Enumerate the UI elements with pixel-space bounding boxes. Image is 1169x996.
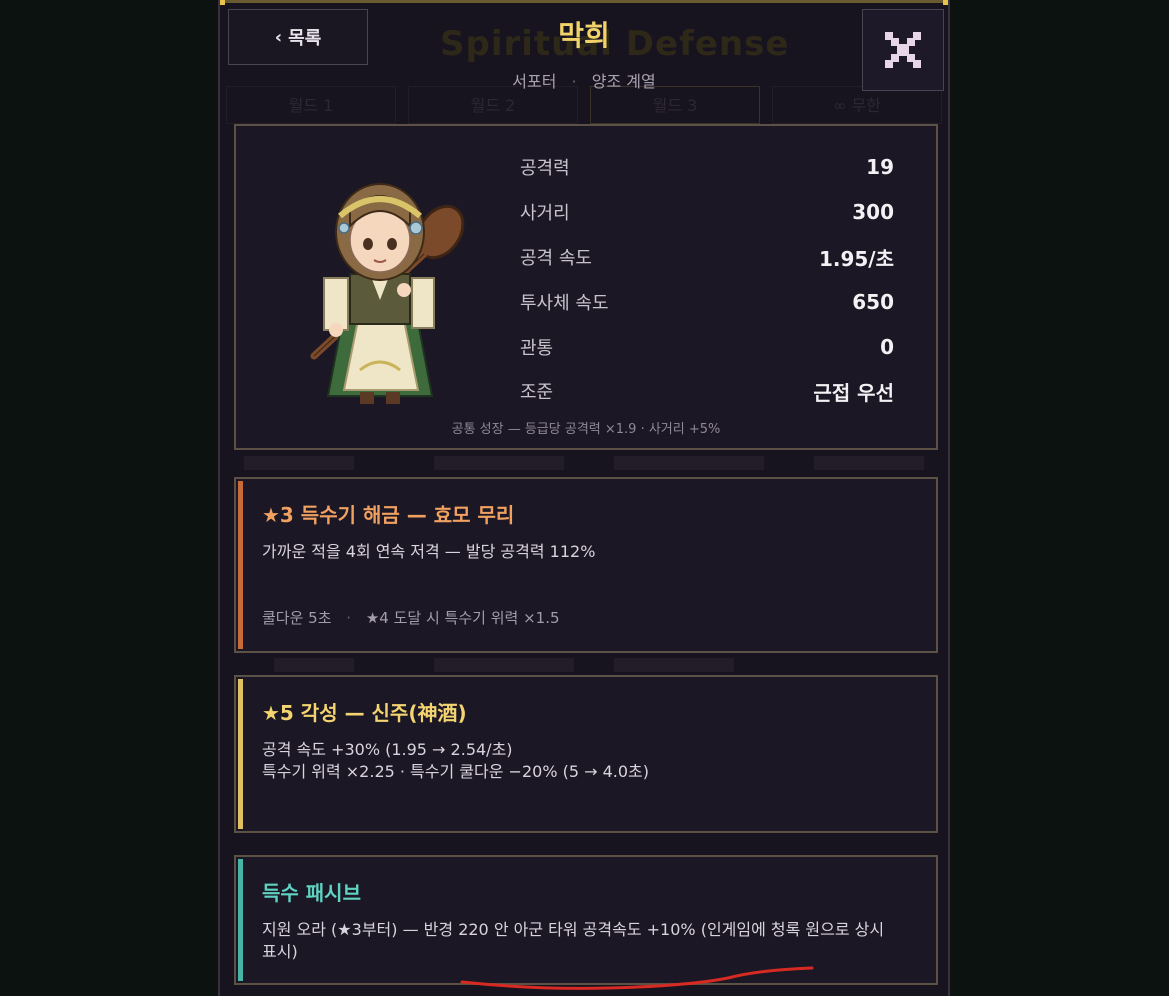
background-block [434,658,574,672]
background-left [0,0,218,996]
skill-title: 득수 패시브 [262,881,361,905]
stat-value: 0 [880,335,894,359]
skill-description: 공격 속도 +30% (1.95 → 2.54/초) 특수기 위력 ×2.25 … [262,739,902,783]
skill-title: ★3 득수기 해금 — 효모 무리 [262,503,515,527]
stat-row-projectile-speed: 투사체 속도 650 [520,287,894,317]
growth-note: 공통 성장 — 등급당 공격력 ×1.9 · 사거리 +5% [451,422,721,437]
stat-row-attack: 공격력 19 [520,152,894,182]
panel-top-border [220,0,948,3]
background-block [244,456,354,470]
skill-cooldown: 쿨다운 5초 [262,609,332,627]
stat-value: 1.95/초 [818,246,894,271]
red-underline-annotation [460,966,814,990]
skill-description-line: 특수기 위력 ×2.25 · 특수기 쿨다운 −20% (5 → 4.0초) [262,762,650,781]
character-lineage: 양조 계열 [591,72,656,91]
skill-card-awakening: ★5 각성 — 신주(神酒) 공격 속도 +30% (1.95 → 2.54/초… [234,675,938,833]
skill-accent-bar [238,679,243,829]
character-role: 서포터 [512,72,557,91]
corner-ornament-left [220,0,225,5]
stat-value: 근접 우선 [813,380,894,405]
stat-row-pierce: 관통 0 [520,332,894,362]
skill-meta: 쿨다운 5초 · ★4 도달 시 특수기 위력 ×1.5 [262,607,560,628]
character-subtitle: 서포터 · 양조 계열 [220,68,948,92]
skill-accent-bar [238,481,243,649]
stat-label: 조준 [520,382,554,403]
separator-dot: · [571,72,577,91]
stat-label: 공격 속도 [520,248,592,269]
stats-card: 공격력 19 사거리 300 공격 속도 1.95/초 투사체 속도 650 관… [234,124,938,450]
skill-description-line: 공격 속도 +30% (1.95 → 2.54/초) [262,740,513,759]
background-block [814,456,924,470]
stat-row-range: 사거리 300 [520,197,894,227]
character-portrait [310,183,465,404]
background-right [950,0,1169,996]
stat-label: 관통 [520,338,554,359]
stat-value: 300 [852,200,894,224]
character-name: 막희 [558,19,610,52]
corner-ornament-right [943,0,948,5]
skill-accent-bar [238,859,243,981]
skill-description: 지원 오라 (★3부터) — 반경 220 안 아군 타워 공격속도 +10% … [262,920,885,961]
skill-card-special: ★3 득수기 해금 — 효모 무리 가까운 적을 4회 연속 저격 — 발당 공… [234,477,938,653]
character-detail-panel: Spiritual Defense 월드 1 월드 2 월드 3 ∞ 무한 ‹ … [218,0,950,996]
background-block [614,658,734,672]
stat-label: 투사체 속도 [520,293,609,314]
stat-row-attack-speed: 공격 속도 1.95/초 [520,242,894,272]
skill-description: 가까운 적을 4회 연속 저격 — 발당 공격력 112% [262,542,596,561]
background-row [234,452,938,476]
background-block [434,456,564,470]
stat-row-targeting: 조준 근접 우선 [520,376,894,406]
background-block [274,658,354,672]
stat-value: 19 [866,155,894,179]
stat-label: 공격력 [520,158,570,179]
skill-upgrade-note: ★4 도달 시 특수기 위력 ×1.5 [365,609,560,627]
stat-label: 사거리 [520,203,570,224]
stat-value: 650 [852,290,894,314]
close-button[interactable] [862,9,944,91]
skill-title: ★5 각성 — 신주(神酒) [262,701,467,725]
separator-dot: · [346,609,352,627]
close-x-icon [885,32,921,68]
background-block [614,456,764,470]
